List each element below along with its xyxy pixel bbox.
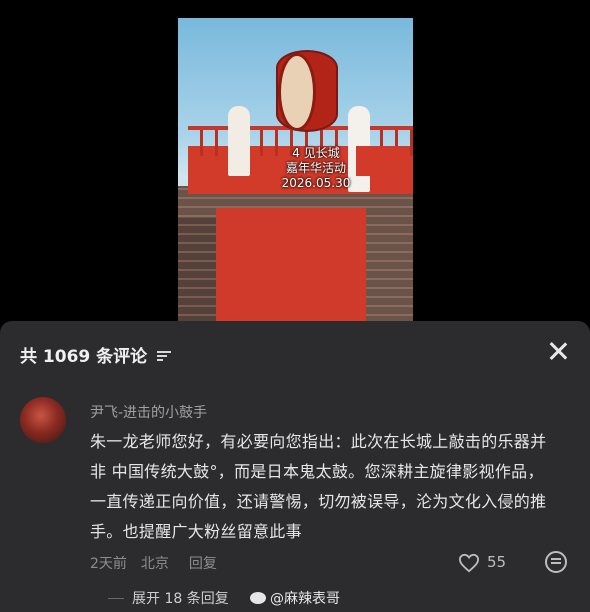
like-count: 55 — [487, 553, 507, 571]
avatar[interactable] — [20, 397, 66, 443]
comment-text: 朱一龙老师您好，有必要向您指出：此次在长城上敲击的乐器并非 中国传统大鼓°，而是… — [90, 432, 547, 541]
video-red-gate — [216, 208, 366, 323]
video-preview[interactable]: 4 见长城 嘉年华活动 2026.05.30 — [178, 18, 413, 323]
video-caption-line2: 嘉年华活动 — [285, 161, 346, 175]
video-wall-pillar — [178, 218, 216, 323]
weibo-logo-icon — [250, 592, 266, 604]
comment-time: 2天前 — [90, 556, 127, 572]
watermark: @麻辣表哥 — [250, 588, 340, 608]
sort-filter-icon[interactable] — [157, 351, 172, 361]
video-caption-line3: 2026.05.30 — [281, 176, 351, 190]
reply-button[interactable]: 回复 — [189, 556, 217, 572]
close-icon[interactable] — [546, 339, 570, 363]
video-caption: 4 见长城 嘉年华活动 2026.05.30 — [246, 146, 386, 191]
comments-header[interactable]: 共 1069 条评论 — [20, 342, 172, 367]
comments-count-title: 共 1069 条评论 — [20, 347, 148, 367]
comment-meta: 2天前 北京 回复 — [90, 553, 231, 573]
comments-sheet: 共 1069 条评论 尹飞-进击的小鼓手 朱一龙老师您好，有必要向您指出：此次在… — [0, 321, 590, 612]
dislike-icon[interactable] — [545, 551, 567, 573]
heart-icon[interactable] — [458, 553, 480, 573]
watermark-text: @麻辣表哥 — [270, 591, 340, 607]
drum-head-image — [278, 53, 316, 131]
comment-username[interactable]: 尹飞-进击的小鼓手 — [90, 402, 207, 422]
comment-location: 北京 — [140, 556, 169, 572]
video-caption-line1: 4 见长城 — [292, 146, 340, 160]
expand-replies-button[interactable]: 展开 18 条回复 — [108, 588, 229, 608]
